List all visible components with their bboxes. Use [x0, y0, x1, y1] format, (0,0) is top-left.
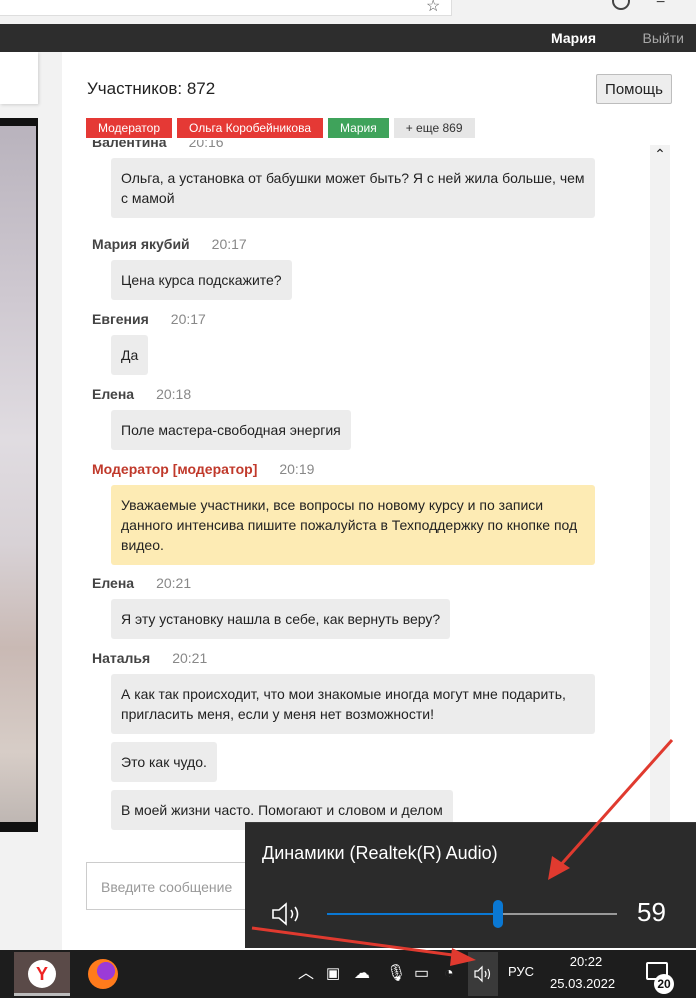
message-header: Наталья 20:21: [92, 648, 642, 668]
scroll-up-icon[interactable]: ⌃: [650, 145, 670, 163]
message-bubble: Ольга, а установка от бабушки может быть…: [111, 158, 595, 218]
clock-date[interactable]: 25.03.2022: [550, 976, 615, 991]
message-bubble: Я эту установку нашла в себе, как вернут…: [111, 599, 451, 639]
message-author[interactable]: Наталья: [92, 650, 150, 666]
volume-slider-thumb[interactable]: [493, 900, 504, 928]
message-header: Мария якубий 20:17: [92, 234, 642, 254]
chat-message: Наталья 20:21 А как так происходит, что мо…: [92, 648, 642, 830]
message-author[interactable]: Модератор [модератор]: [92, 461, 257, 477]
volume-slider-fill: [327, 913, 499, 915]
site-top-bar: Мария Выйти: [0, 24, 696, 52]
participant-tags: Модератор Ольга Коробейникова Мария + еще 8…: [86, 118, 480, 138]
message-author[interactable]: Елена: [92, 386, 134, 402]
participant-tag[interactable]: Мария: [328, 118, 389, 138]
message-bubble: Уважаемые участники, все вопросы по ново…: [111, 485, 595, 565]
chevron-up-icon[interactable]: ︿: [298, 964, 314, 984]
language-indicator[interactable]: РУС: [508, 964, 534, 979]
message-header: Елена 20:21: [92, 573, 642, 593]
meet-now-icon[interactable]: ▣: [326, 964, 340, 984]
participant-tag[interactable]: Ольга Коробейникова: [177, 118, 324, 138]
message-bubble: Поле мастера-свободная энергия: [111, 410, 351, 450]
message-author[interactable]: Валентина: [92, 140, 167, 150]
message-time: 20:18: [156, 386, 192, 402]
message-header: Евгения 20:17: [92, 309, 642, 329]
volume-value: 59: [637, 897, 666, 927]
message-bubble: А как так происходит, что мои знакомые и…: [111, 674, 595, 734]
chat-scrollbar[interactable]: ⌃: [650, 145, 670, 925]
chat-message: Валентина 20:16 Ольга, а установка от бабу…: [92, 140, 642, 218]
onedrive-icon[interactable]: ☁: [354, 964, 370, 984]
message-header: Елена 20:18: [92, 384, 642, 404]
speaker-icon[interactable]: [271, 901, 305, 927]
volume-slider[interactable]: [327, 900, 617, 928]
wifi-icon[interactable]: ◔: [444, 964, 454, 984]
yandex-logo: Y: [28, 960, 56, 988]
participant-tag[interactable]: + еще 869: [393, 118, 475, 138]
logout-link[interactable]: Выйти: [643, 30, 684, 46]
message-bubble: Да: [111, 335, 149, 375]
volume-flyout: Динамики (Realtek(R) Audio) 59: [245, 822, 696, 948]
taskbar: Y ︿ ▣ ☁ 🎙 ▭ ◔ РУС 20:22 25.03.2022 20: [0, 950, 696, 998]
video-header: [0, 52, 38, 104]
firefox-icon[interactable]: [88, 959, 118, 989]
chat-messages[interactable]: Валентина 20:16 Ольга, а установка от бабу…: [92, 140, 642, 860]
chat-message: Модератор [модератор] 20:19 Уважаемые учас…: [92, 459, 642, 565]
message-author[interactable]: Мария якубий: [92, 236, 190, 252]
message-time: 20:16: [188, 140, 224, 150]
chat-message: Елена 20:21 Я эту установку нашла в себе, …: [92, 573, 642, 639]
chat-message: Мария якубий 20:17 Цена курса подскажите?: [92, 234, 642, 300]
participants-count: Участников: 872: [87, 79, 216, 98]
message-header: Модератор [модератор] 20:19: [92, 459, 642, 479]
message-bubble: Цена курса подскажите?: [111, 260, 292, 300]
clock-time[interactable]: 20:22: [564, 954, 608, 969]
message-time: 20:17: [211, 236, 247, 252]
participant-tag[interactable]: Модератор: [86, 118, 173, 138]
help-button[interactable]: Помощь: [596, 74, 672, 104]
chat-panel: Участников: 872 Помощь Модератор Ольга Ко…: [62, 52, 696, 950]
message-time: 20:21: [172, 650, 208, 666]
video-frame-image: [0, 126, 36, 822]
message-time: 20:17: [170, 311, 206, 327]
message-time: 20:21: [156, 575, 192, 591]
message-author[interactable]: Евгения: [92, 311, 149, 327]
notification-count: 20: [654, 974, 674, 994]
message-bubble: Это как чудо.: [111, 742, 217, 782]
audio-device-name[interactable]: Динамики (Realtek(R) Audio): [262, 843, 498, 864]
message-header: Валентина 20:16: [92, 140, 642, 152]
menu-icon[interactable]: ≡: [656, 0, 665, 8]
microphone-icon[interactable]: 🎙: [386, 964, 406, 984]
message-author[interactable]: Елена: [92, 575, 134, 591]
user-name[interactable]: Мария: [551, 30, 596, 46]
chat-message: Елена 20:18 Поле мастера-свободная энергия: [92, 384, 642, 450]
speaker-small-icon: [474, 965, 491, 983]
address-bar[interactable]: ☆: [0, 0, 452, 16]
message-input[interactable]: Введите сообщение: [86, 862, 256, 910]
account-icon[interactable]: [612, 0, 630, 10]
battery-icon[interactable]: ▭: [414, 964, 429, 984]
tray-volume-icon[interactable]: [468, 952, 498, 996]
message-time: 20:19: [279, 461, 315, 477]
browser-toolbar: ☆ ≡: [0, 0, 696, 24]
yandex-browser-icon[interactable]: Y: [14, 952, 70, 996]
chat-message: Евгения 20:17 Да: [92, 309, 642, 375]
bookmark-star-icon[interactable]: ☆: [426, 0, 440, 16]
